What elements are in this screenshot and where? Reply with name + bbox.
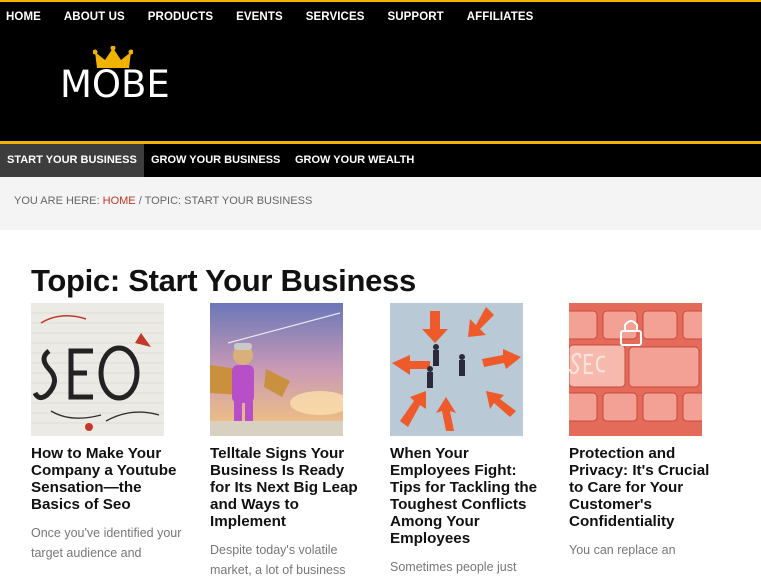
breadcrumb-current: TOPIC: START YOUR BUSINESS xyxy=(144,195,313,207)
article-excerpt: You can replace an xyxy=(569,543,676,557)
article-card: When Your Employees Fight: Tips for Tack… xyxy=(390,303,550,577)
nav-products[interactable]: PRODUCTS xyxy=(148,11,213,23)
nav-events[interactable]: EVENTS xyxy=(236,11,283,23)
article-title[interactable]: Telltale Signs Your Business Is Ready fo… xyxy=(210,445,365,530)
cat-grow-your-business[interactable]: GROW YOUR BUSINESS xyxy=(151,144,280,177)
article-excerpt: Once you've identified your target audie… xyxy=(31,526,182,560)
nav-support[interactable]: SUPPORT xyxy=(387,11,443,23)
nav-about-us[interactable]: ABOUT US xyxy=(64,11,125,23)
seo-sketch-image[interactable] xyxy=(31,303,164,436)
breadcrumb-separator: / xyxy=(138,195,142,207)
article-title[interactable]: Protection and Privacy: It's Crucial to … xyxy=(569,445,724,530)
category-nav: START YOUR BUSINESS GROW YOUR BUSINESS G… xyxy=(0,141,761,177)
logo-text: MOBE xyxy=(60,63,170,106)
page-title: Topic: Start Your Business xyxy=(31,263,416,298)
breadcrumb: YOU ARE HERE: HOME / TOPIC: START YOUR B… xyxy=(0,177,761,230)
arrows-conflict-image[interactable] xyxy=(390,303,523,436)
article-excerpt: Despite today's volatile market, a lot o… xyxy=(210,543,346,577)
security-keyboard-image[interactable] xyxy=(569,303,702,436)
breadcrumb-prefix: YOU ARE HERE: xyxy=(14,195,100,207)
nav-services[interactable]: SERVICES xyxy=(306,11,365,23)
nav-home[interactable]: HOME xyxy=(6,11,41,23)
cat-start-your-business[interactable]: START YOUR BUSINESS xyxy=(0,144,144,177)
article-card: Protection and Privacy: It's Crucial to … xyxy=(569,303,729,560)
article-excerpt: Sometimes people just xyxy=(390,560,517,574)
nav-affiliates[interactable]: AFFILIATES xyxy=(467,11,534,23)
article-card: Telltale Signs Your Business Is Ready fo… xyxy=(210,303,370,580)
article-title[interactable]: How to Make Your Company a Youtube Sensa… xyxy=(31,445,186,513)
breadcrumb-home-link[interactable]: HOME xyxy=(103,195,136,207)
top-nav: HOME ABOUT US PRODUCTS EVENTS SERVICES S… xyxy=(0,11,550,23)
site-header: HOME ABOUT US PRODUCTS EVENTS SERVICES S… xyxy=(0,0,761,143)
site-logo[interactable]: MOBE xyxy=(60,46,180,106)
child-pilot-image[interactable] xyxy=(210,303,343,436)
article-title[interactable]: When Your Employees Fight: Tips for Tack… xyxy=(390,445,545,547)
main-content: Topic: Start Your Business How to Make Y… xyxy=(0,230,761,577)
cat-grow-your-wealth[interactable]: GROW YOUR WEALTH xyxy=(295,144,414,177)
article-card: How to Make Your Company a Youtube Sensa… xyxy=(31,303,191,563)
